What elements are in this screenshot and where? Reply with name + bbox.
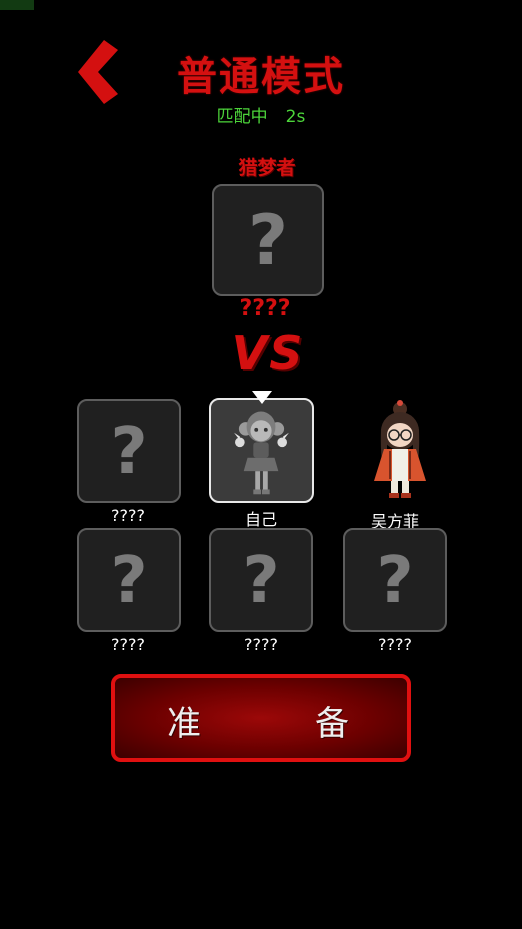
player-slot: ? bbox=[343, 528, 447, 632]
player-slot: ? bbox=[209, 528, 313, 632]
character-avatar-icon bbox=[374, 400, 426, 498]
revealed-player-slot bbox=[344, 399, 448, 503]
page-title: 普通模式 bbox=[177, 54, 345, 100]
hunter-name: ???? bbox=[239, 296, 291, 321]
self-name: 自己 bbox=[244, 510, 277, 529]
player-name: ???? bbox=[244, 635, 278, 654]
player-slot: ? bbox=[77, 399, 181, 503]
player-name: ???? bbox=[378, 635, 412, 654]
svg-text:?: ? bbox=[110, 544, 147, 618]
status-timer: 2s bbox=[285, 107, 306, 127]
vs-label: VS bbox=[231, 326, 305, 380]
status-text: 匹配中 bbox=[216, 107, 268, 127]
question-mark-icon: ? bbox=[110, 415, 147, 489]
question-mark-icon: ? bbox=[248, 201, 288, 281]
player-slot: ? bbox=[77, 528, 181, 632]
character-avatar-icon bbox=[234, 411, 289, 495]
question-mark-icon: ? bbox=[110, 544, 147, 618]
svg-text:?: ? bbox=[110, 415, 147, 489]
self-indicator-icon bbox=[252, 391, 272, 404]
question-mark-icon: ? bbox=[376, 544, 413, 618]
ready-button-char2: 备 bbox=[315, 704, 349, 744]
svg-text:?: ? bbox=[248, 201, 288, 281]
status-corner bbox=[0, 0, 34, 10]
hunter-slot: ? bbox=[212, 184, 324, 296]
ready-button[interactable]: 准 备 bbox=[111, 674, 411, 762]
player-name: ???? bbox=[111, 635, 145, 654]
svg-text:?: ? bbox=[242, 544, 279, 618]
hunter-role-label: 猎梦者 bbox=[238, 157, 296, 179]
question-mark-icon: ? bbox=[242, 544, 279, 618]
self-player-slot bbox=[209, 398, 314, 503]
player-name: ???? bbox=[111, 506, 145, 525]
ready-button-char1: 准 bbox=[167, 704, 201, 744]
svg-text:?: ? bbox=[376, 544, 413, 618]
matching-status: 匹配中 2s bbox=[0, 102, 522, 127]
